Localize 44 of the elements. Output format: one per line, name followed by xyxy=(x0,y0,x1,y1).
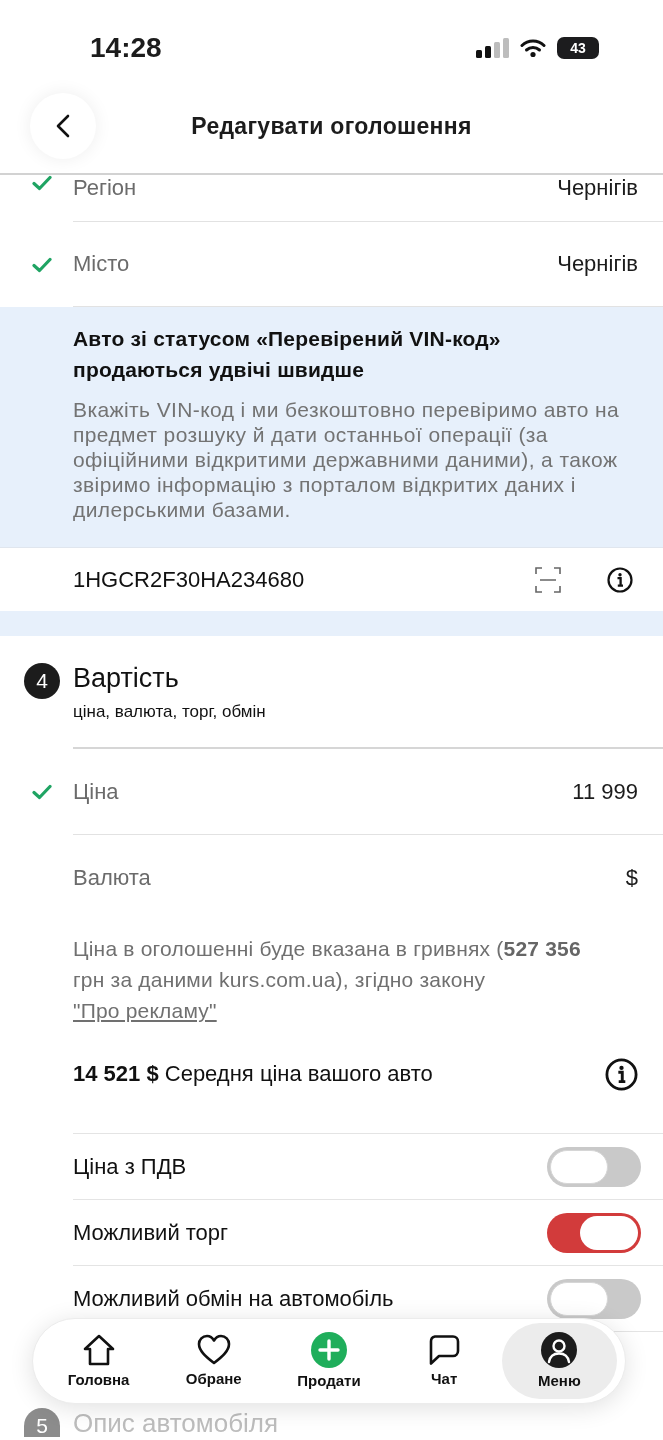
battery-indicator: 43 xyxy=(557,37,599,59)
nav-tab[interactable]: Меню xyxy=(501,1323,617,1399)
field-label: Валюта xyxy=(73,865,151,891)
info-icon[interactable] xyxy=(605,1057,638,1091)
wifi-icon xyxy=(520,38,546,58)
toggle-switch[interactable] xyxy=(547,1146,641,1187)
field-value: $ xyxy=(625,865,638,891)
toggle-switch[interactable] xyxy=(547,1212,641,1253)
nav-tab[interactable]: Продати xyxy=(271,1323,387,1399)
heart-icon xyxy=(196,1334,231,1366)
home-icon xyxy=(81,1333,116,1367)
section-title: Опис автомобіля xyxy=(73,1408,279,1437)
toggle-label: Ціна з ПДВ xyxy=(73,1153,187,1180)
field-value: Чернігів xyxy=(557,175,638,201)
page-title: Редагувати оголошення xyxy=(191,112,472,140)
step-number: 4 xyxy=(24,663,60,699)
nav-tab[interactable]: Обране xyxy=(156,1323,272,1399)
promo-description: Вкажіть VIN-код і ми безкоштовно перевіримо авто на предмет розшуку й дати останньої операції (за офіційними відкритими державними даними), а також звіримо інформацію з порталом відкритих даних і дилерськими базами. xyxy=(73,397,621,522)
scan-icon[interactable] xyxy=(535,566,561,593)
field-value: Чернігів xyxy=(557,251,638,277)
field-label: Регіон xyxy=(73,175,137,201)
profile-icon xyxy=(541,1332,578,1368)
chevron-left-icon xyxy=(56,114,70,138)
promo-heading: Авто зі статусом «Перевірений VIN-код» продаються удвічі швидше xyxy=(73,326,502,383)
toggle-label: Можливий обмін на автомобіль xyxy=(73,1285,394,1312)
field-label: Ціна xyxy=(73,778,119,805)
nav-tab[interactable]: Головна xyxy=(41,1323,157,1399)
section-title: Вартість xyxy=(73,663,180,693)
step-number: 5 xyxy=(24,1408,60,1437)
toggle-label: Можливий торг xyxy=(73,1219,229,1246)
signal-icon xyxy=(476,38,509,58)
toggle-switch[interactable] xyxy=(547,1278,641,1319)
plus-icon xyxy=(311,1332,347,1368)
vin-field[interactable]: 1HGCR2F30HA234680 xyxy=(73,566,535,593)
field-label: Місто xyxy=(73,251,130,277)
info-icon[interactable] xyxy=(607,566,633,593)
field-value: 11 999 xyxy=(572,778,638,805)
clock-time: 14:28 xyxy=(90,31,162,65)
average-price-text: 14 521 $ Середня ціна вашого авто xyxy=(73,1061,433,1087)
speech-bubble-icon xyxy=(428,1334,461,1366)
price-note: Ціна в оголошенні буде вказана в гривнях (527 356 грн за даними kurs.com.ua), згідно закону "Про рекламу" xyxy=(73,936,582,1024)
nav-tab[interactable]: Чат xyxy=(386,1323,502,1399)
law-link[interactable]: "Про рекламу" xyxy=(73,999,217,1022)
section-subtitle: ціна, валюта, торг, обмін xyxy=(73,702,266,722)
